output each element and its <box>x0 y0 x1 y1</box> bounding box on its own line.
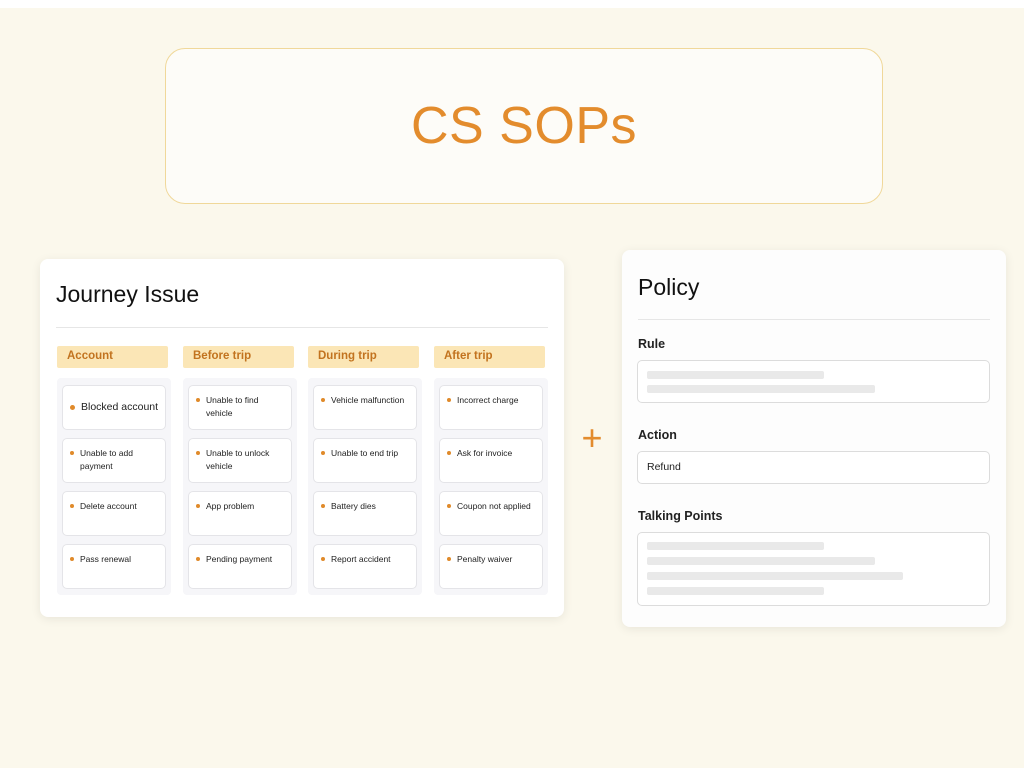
issue-unable-to-add-payment[interactable]: Unable to add payment <box>62 438 166 483</box>
issue-pass-renewal[interactable]: Pass renewal <box>62 544 166 589</box>
talking-points-label: Talking Points <box>638 509 723 523</box>
placeholder-line <box>647 371 824 379</box>
issue-unable-to-unlock-vehicle[interactable]: Unable to unlock vehicle <box>188 438 292 483</box>
placeholder-line <box>647 385 875 393</box>
issue-app-problem[interactable]: App problem <box>188 491 292 536</box>
bullet-dot-icon <box>196 451 200 455</box>
issue-label: Pass renewal <box>80 554 132 564</box>
bullet-dot-icon <box>447 451 451 455</box>
bullet-dot-icon <box>447 504 451 508</box>
issue-incorrect-charge[interactable]: Incorrect charge <box>439 385 543 430</box>
bullet-dot-icon <box>196 557 200 561</box>
issue-label: Pending payment <box>206 554 273 564</box>
bullet-dot-icon <box>70 557 74 561</box>
bullet-dot-icon <box>321 398 325 402</box>
bullet-dot-icon <box>196 504 200 508</box>
rule-field[interactable] <box>637 360 990 403</box>
bullet-dot-icon <box>447 557 451 561</box>
placeholder-line <box>647 542 824 550</box>
column-header-during-trip: During trip <box>308 346 419 368</box>
action-value: Refund <box>647 461 681 473</box>
issue-label: Incorrect charge <box>457 395 519 405</box>
journey-issue-card: Journey Issue Account Before trip During… <box>40 259 564 617</box>
issue-label: Ask for invoice <box>457 448 513 458</box>
bullet-dot-icon <box>447 398 451 402</box>
placeholder-line <box>647 557 875 565</box>
issue-blocked-account[interactable]: Blocked account <box>62 385 166 430</box>
issue-label: Penalty waiver <box>457 554 513 564</box>
bullet-dot-icon <box>70 451 74 455</box>
policy-divider <box>638 319 990 320</box>
issue-coupon-not-applied[interactable]: Coupon not applied <box>439 491 543 536</box>
bullet-dot-icon <box>70 405 75 410</box>
bullet-dot-icon <box>70 504 74 508</box>
issue-label: Report accident <box>331 554 391 564</box>
rule-label: Rule <box>638 337 666 351</box>
issue-vehicle-malfunction[interactable]: Vehicle malfunction <box>313 385 417 430</box>
issue-label: Vehicle malfunction <box>331 395 405 405</box>
top-strip <box>0 0 1024 8</box>
issue-label: Unable to end trip <box>331 448 399 458</box>
column-during-trip: Vehicle malfunction Unable to end trip B… <box>308 378 422 595</box>
issue-delete-account[interactable]: Delete account <box>62 491 166 536</box>
plus-icon: + <box>581 417 603 458</box>
issue-label: App problem <box>206 501 255 511</box>
column-after-trip: Incorrect charge Ask for invoice Coupon … <box>434 378 548 595</box>
issue-label: Battery dies <box>331 501 376 511</box>
issue-unable-to-find-vehicle[interactable]: Unable to find vehicle <box>188 385 292 430</box>
issue-battery-dies[interactable]: Battery dies <box>313 491 417 536</box>
column-before-trip: Unable to find vehicle Unable to unlock … <box>183 378 297 595</box>
bullet-dot-icon <box>321 451 325 455</box>
issue-label: Blocked account <box>81 401 159 413</box>
issue-report-accident[interactable]: Report accident <box>313 544 417 589</box>
column-header-after-trip: After trip <box>434 346 545 368</box>
journey-issue-title: Journey Issue <box>56 281 200 307</box>
bullet-dot-icon <box>196 398 200 402</box>
issue-penalty-waiver[interactable]: Penalty waiver <box>439 544 543 589</box>
bullet-dot-icon <box>321 504 325 508</box>
column-account: Blocked account Unable to add payment De… <box>57 378 171 595</box>
issue-label: Unable to unlock vehicle <box>206 448 270 471</box>
issue-label: Unable to add payment <box>80 448 133 471</box>
bullet-dot-icon <box>321 557 325 561</box>
placeholder-line <box>647 587 824 595</box>
issue-label: Delete account <box>80 501 137 511</box>
journey-divider <box>56 327 548 328</box>
title-card: CS SOPs <box>165 48 883 204</box>
issue-ask-for-invoice[interactable]: Ask for invoice <box>439 438 543 483</box>
issue-label: Unable to find vehicle <box>206 395 259 418</box>
issue-pending-payment[interactable]: Pending payment <box>188 544 292 589</box>
action-label: Action <box>638 428 677 442</box>
talking-points-field[interactable] <box>637 532 990 606</box>
action-field[interactable]: Refund <box>637 451 990 484</box>
issue-label: Coupon not applied <box>457 501 531 511</box>
policy-title: Policy <box>638 274 700 300</box>
issue-unable-to-end-trip[interactable]: Unable to end trip <box>313 438 417 483</box>
policy-card: Policy Rule Action Refund Talking Points <box>622 250 1006 627</box>
column-header-account: Account <box>57 346 168 368</box>
placeholder-line <box>647 572 903 580</box>
column-header-before-trip: Before trip <box>183 346 294 368</box>
page-title: CS SOPs <box>411 97 637 155</box>
